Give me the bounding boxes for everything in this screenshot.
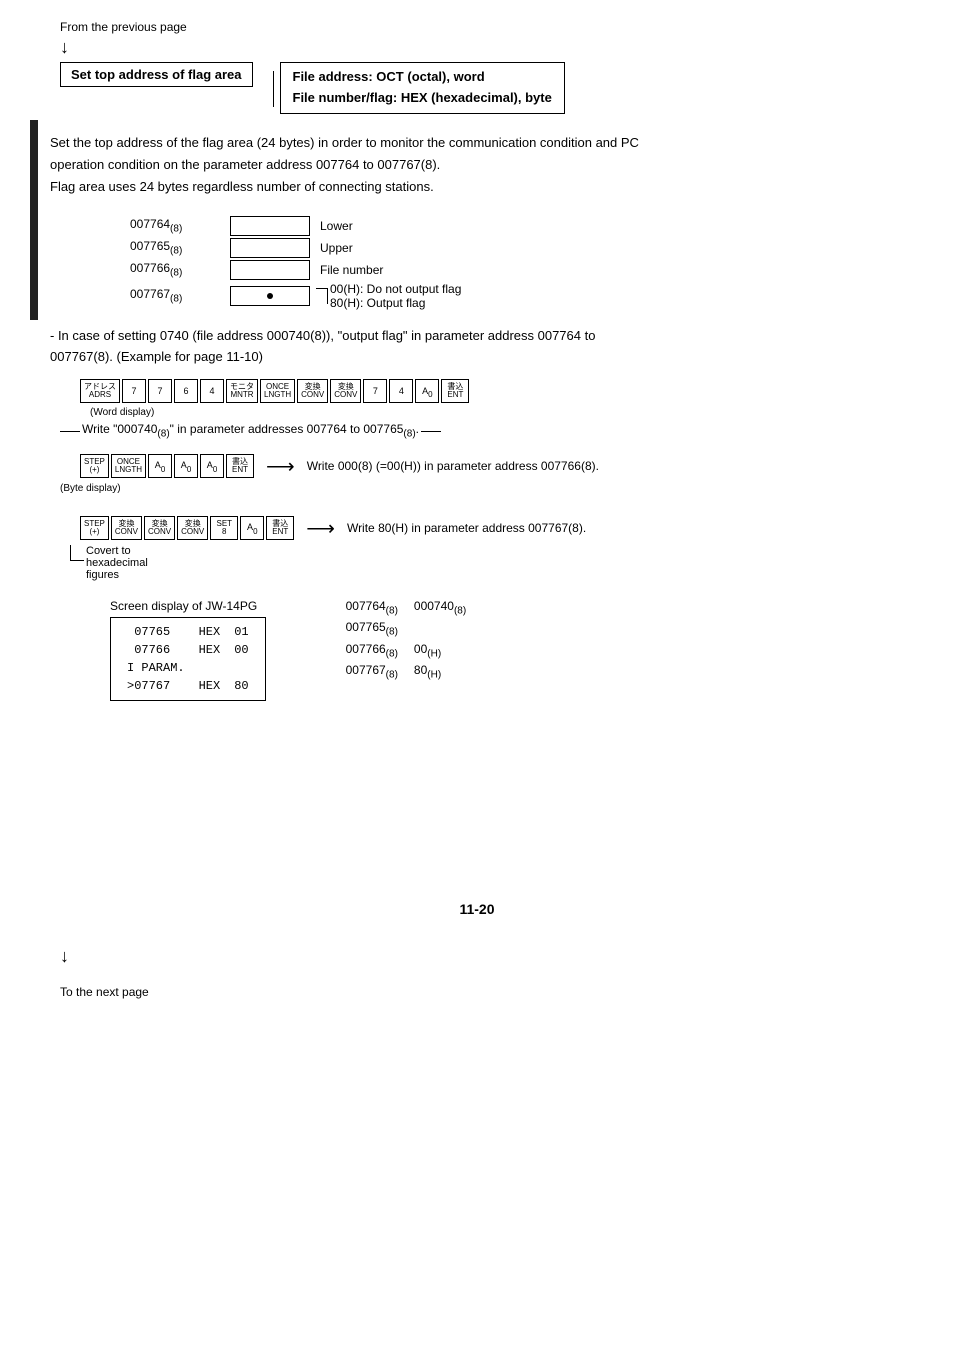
rt-val-2: 00(H) [414,642,466,659]
addr-3: 007767(8) [130,287,230,304]
rt-addr-2: 007766(8) [346,642,398,659]
key-step-plus: STEP(+) [80,454,109,478]
screen-cell-00: 07765 [121,624,191,640]
desc-line1: Set the top address of the flag area (24… [50,132,924,154]
desc-line3: Flag area uses 24 bytes regardless numbe… [50,176,924,198]
byte-display-row: STEP(+) ONCELNGTH A0 A0 A0 書込ENT ⟶ Write… [80,454,924,479]
page-number: 11-20 [30,901,924,917]
arrow-down-icon: ↓ [60,38,924,56]
addr-label-2: File number [320,263,383,277]
arrow-right-1: ⟶ [266,454,295,479]
screen-display-section: Screen display of JW-14PG 07765 HEX 01 0… [110,599,924,701]
screen-row-2: I PARAM. [121,660,255,676]
addr-row-0: 007764(8) Lower [130,216,924,236]
key-4b: 4 [389,379,413,403]
word-display-row: アドレスADRS 7 7 6 4 モニタMNTR ONCELNGTH 変換CON… [80,379,924,403]
example-block: - In case of setting 0740 (file address … [50,326,924,368]
key-a0-4: A0 [200,454,224,478]
key-ent2: 書込ENT [226,454,254,478]
desc-line2: operation condition on the parameter add… [50,154,924,176]
key-once-lngth2: ONCELNGTH [111,454,146,478]
example-line2: 007767(8). (Example for page 11-10) [50,347,924,368]
screen-cell-01: HEX [193,624,227,640]
arrow-down-bottom: ↓ [60,947,924,965]
screen-cell-22 [228,660,254,676]
flag-note-2: 80(H): Output flag [330,296,461,310]
file-addr-box: File address: OCT (octal), word File num… [280,62,565,114]
addr-row-3: 007767(8) 00(H): Do not output flag 80(H… [130,282,924,310]
arrow-right-2: ⟶ [306,516,335,541]
screen-cell-02: 01 [228,624,254,640]
screen-cell-20: I PARAM. [121,660,191,676]
byte-write-note: Write 000(8) (=00(H)) in parameter addre… [307,459,599,473]
word-write-note: Write "000740(8)" in parameter addresses… [82,422,419,439]
screen-row-1: 07766 HEX 00 [121,642,255,658]
key-lngth: ONCELNGTH [260,379,295,403]
word-display-label: (Word display) [90,407,924,418]
key-6: 6 [174,379,198,403]
addr-0: 007764(8) [130,217,230,234]
key-step-plus2: STEP(+) [80,516,109,540]
key-a0-5: A0 [240,516,264,540]
flag-note-1: 00(H): Do not output flag [330,282,461,296]
key-7c: 7 [363,379,387,403]
flag-area-box: Set top address of flag area [60,62,253,87]
right-addr-table: 007764(8) 000740(8) 007765(8) 007766(8) … [346,599,467,681]
key-7a: 7 [122,379,146,403]
key-7b: 7 [148,379,172,403]
screen-cell-11: HEX [193,642,227,658]
screen-cell-10: 07766 [121,642,191,658]
screen-cell-31: HEX [193,678,227,694]
rt-val-3: 80(H) [414,663,466,680]
addr-2: 007766(8) [130,261,230,278]
left-bar [30,120,38,320]
screen-row-0: 07765 HEX 01 [121,624,255,640]
screen-cell-12: 00 [228,642,254,658]
key-conv3: 変換CONV [111,516,142,540]
addr-row-2: 007766(8) File number [130,260,924,280]
key-conv5: 変換CONV [177,516,208,540]
rt-val-0: 000740(8) [414,599,466,616]
convert-text: Covert tohexadecimalfigures [86,545,148,581]
key-4a: 4 [200,379,224,403]
addr-1: 007765(8) [130,239,230,256]
convert-note: Covert tohexadecimalfigures [70,545,924,581]
key-a0-2: A0 [148,454,172,478]
hex-display-row: STEP(+) 変換CONV 変換CONV 変換CONV SET8 A0 書込E… [80,516,924,541]
description-block: Set the top address of the flag area (24… [50,132,924,198]
screen-table: 07765 HEX 01 07766 HEX 00 I PARAM. [119,622,257,696]
rt-addr-3: 007767(8) [346,663,398,680]
key-mntr: モニタMNTR [226,379,258,403]
key-ent3: 書込ENT [266,516,294,540]
example-line1: - In case of setting 0740 (file address … [50,326,924,347]
key-ent: 書込ENT [441,379,469,403]
to-next-label: To the next page [60,985,924,999]
screen-cell-30: >07767 [121,678,191,694]
addr-label-1: Upper [320,241,353,255]
key-a0: A0 [415,379,439,403]
from-prev-label: From the previous page [60,20,924,34]
key-a0-3: A0 [174,454,198,478]
key-conv4: 変換CONV [144,516,175,540]
file-addr-line2: File number/flag: HEX (hexadecimal), byt… [293,88,552,109]
file-addr-line1: File address: OCT (octal), word [293,67,552,88]
screen-cell-21 [193,660,227,676]
key-set8: SET8 [210,516,238,540]
key-adrs: アドレスADRS [80,379,120,403]
rt-addr-1: 007765(8) [346,620,398,637]
screen-row-3: >07767 HEX 80 [121,678,255,694]
screen-title: Screen display of JW-14PG [110,599,266,613]
byte-display-label: (Byte display) [60,483,924,494]
hex-write-note: Write 80(H) in parameter address 007767(… [347,521,586,535]
addr-row-1: 007765(8) Upper [130,238,924,258]
key-conv2: 変換CONV [330,379,361,403]
screen-cell-32: 80 [228,678,254,694]
addr-label-0: Lower [320,219,353,233]
rt-addr-0: 007764(8) [346,599,398,616]
key-conv1: 変換CONV [297,379,328,403]
